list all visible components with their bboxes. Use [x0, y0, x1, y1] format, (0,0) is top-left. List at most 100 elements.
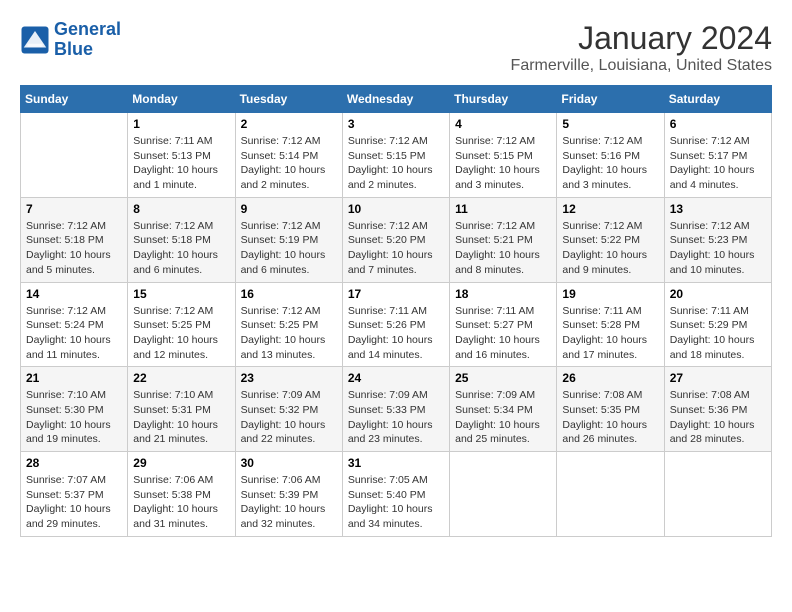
day-cell — [450, 452, 557, 537]
day-info: Sunrise: 7:09 AM Sunset: 5:33 PM Dayligh… — [348, 388, 444, 447]
day-cell: 10Sunrise: 7:12 AM Sunset: 5:20 PM Dayli… — [342, 197, 449, 282]
day-cell: 26Sunrise: 7:08 AM Sunset: 5:35 PM Dayli… — [557, 367, 664, 452]
logo: General Blue — [20, 20, 121, 60]
day-number: 26 — [562, 371, 658, 385]
day-number: 25 — [455, 371, 551, 385]
day-cell: 29Sunrise: 7:06 AM Sunset: 5:38 PM Dayli… — [128, 452, 235, 537]
week-row-3: 14Sunrise: 7:12 AM Sunset: 5:24 PM Dayli… — [21, 282, 772, 367]
day-number: 19 — [562, 287, 658, 301]
week-row-1: 1 Sunrise: 7:11 AM Sunset: 5:13 PM Daylig… — [21, 113, 772, 198]
day-cell: 1 Sunrise: 7:11 AM Sunset: 5:13 PM Daylig… — [128, 113, 235, 198]
day-info: Sunrise: 7:12 AM Sunset: 5:22 PM Dayligh… — [562, 219, 658, 278]
day-cell: 8Sunrise: 7:12 AM Sunset: 5:18 PM Daylig… — [128, 197, 235, 282]
day-info: Sunrise: 7:10 AM Sunset: 5:31 PM Dayligh… — [133, 388, 229, 447]
day-number: 21 — [26, 371, 122, 385]
day-number: 12 — [562, 202, 658, 216]
day-number: 14 — [26, 287, 122, 301]
week-row-4: 21 Sunrise: 7:10 AM Sunset: 5:30 PM Dayli… — [21, 367, 772, 452]
day-cell: 22 Sunrise: 7:10 AM Sunset: 5:31 PM Dayli… — [128, 367, 235, 452]
day-cell: 31Sunrise: 7:05 AM Sunset: 5:40 PM Dayli… — [342, 452, 449, 537]
day-info: Sunrise: 7:12 AM Sunset: 5:15 PM Dayligh… — [348, 134, 444, 193]
day-number: 13 — [670, 202, 766, 216]
header-cell-wednesday: Wednesday — [342, 86, 449, 113]
day-number: 2 — [241, 117, 337, 131]
day-number: 17 — [348, 287, 444, 301]
day-number: 8 — [133, 202, 229, 216]
day-cell: 17 Sunrise: 7:11 AM Sunset: 5:26 PM Dayli… — [342, 282, 449, 367]
day-cell: 21 Sunrise: 7:10 AM Sunset: 5:30 PM Dayli… — [21, 367, 128, 452]
day-cell: 28Sunrise: 7:07 AM Sunset: 5:37 PM Dayli… — [21, 452, 128, 537]
day-cell: 5Sunrise: 7:12 AM Sunset: 5:16 PM Daylig… — [557, 113, 664, 198]
day-number: 4 — [455, 117, 551, 131]
day-info: Sunrise: 7:12 AM Sunset: 5:19 PM Dayligh… — [241, 219, 337, 278]
day-info: Sunrise: 7:08 AM Sunset: 5:36 PM Dayligh… — [670, 388, 766, 447]
day-info: Sunrise: 7:12 AM Sunset: 5:25 PM Dayligh… — [241, 304, 337, 363]
logo-line1: General — [54, 20, 121, 40]
day-number: 11 — [455, 202, 551, 216]
logo-icon — [20, 25, 50, 55]
day-number: 9 — [241, 202, 337, 216]
day-info: Sunrise: 7:11 AM Sunset: 5:13 PM Dayligh… — [133, 134, 229, 193]
day-cell: 11 Sunrise: 7:12 AM Sunset: 5:21 PM Dayli… — [450, 197, 557, 282]
day-cell: 18 Sunrise: 7:11 AM Sunset: 5:27 PM Dayli… — [450, 282, 557, 367]
day-number: 31 — [348, 456, 444, 470]
day-info: Sunrise: 7:09 AM Sunset: 5:34 PM Dayligh… — [455, 388, 551, 447]
header-cell-tuesday: Tuesday — [235, 86, 342, 113]
day-info: Sunrise: 7:12 AM Sunset: 5:14 PM Dayligh… — [241, 134, 337, 193]
day-number: 3 — [348, 117, 444, 131]
day-info: Sunrise: 7:11 AM Sunset: 5:28 PM Dayligh… — [562, 304, 658, 363]
day-info: Sunrise: 7:12 AM Sunset: 5:23 PM Dayligh… — [670, 219, 766, 278]
day-cell: 14Sunrise: 7:12 AM Sunset: 5:24 PM Dayli… — [21, 282, 128, 367]
day-cell: 30Sunrise: 7:06 AM Sunset: 5:39 PM Dayli… — [235, 452, 342, 537]
title-area: January 2024 Farmerville, Louisiana, Uni… — [511, 20, 772, 75]
day-info: Sunrise: 7:07 AM Sunset: 5:37 PM Dayligh… — [26, 473, 122, 532]
day-cell — [21, 113, 128, 198]
day-cell: 7 Sunrise: 7:12 AM Sunset: 5:18 PM Daylig… — [21, 197, 128, 282]
day-cell: 20Sunrise: 7:11 AM Sunset: 5:29 PM Dayli… — [664, 282, 771, 367]
logo-text: General Blue — [54, 20, 121, 60]
day-info: Sunrise: 7:12 AM Sunset: 5:18 PM Dayligh… — [26, 219, 122, 278]
day-info: Sunrise: 7:12 AM Sunset: 5:15 PM Dayligh… — [455, 134, 551, 193]
day-cell: 4 Sunrise: 7:12 AM Sunset: 5:15 PM Daylig… — [450, 113, 557, 198]
day-number: 27 — [670, 371, 766, 385]
day-cell: 6Sunrise: 7:12 AM Sunset: 5:17 PM Daylig… — [664, 113, 771, 198]
calendar-title: January 2024 — [511, 20, 772, 57]
day-number: 5 — [562, 117, 658, 131]
day-info: Sunrise: 7:12 AM Sunset: 5:25 PM Dayligh… — [133, 304, 229, 363]
day-info: Sunrise: 7:12 AM Sunset: 5:20 PM Dayligh… — [348, 219, 444, 278]
day-cell: 15Sunrise: 7:12 AM Sunset: 5:25 PM Dayli… — [128, 282, 235, 367]
header-cell-saturday: Saturday — [664, 86, 771, 113]
day-info: Sunrise: 7:10 AM Sunset: 5:30 PM Dayligh… — [26, 388, 122, 447]
day-cell: 16 Sunrise: 7:12 AM Sunset: 5:25 PM Dayli… — [235, 282, 342, 367]
header: General Blue January 2024 Farmerville, L… — [20, 20, 772, 75]
header-cell-sunday: Sunday — [21, 86, 128, 113]
header-row: SundayMondayTuesdayWednesdayThursdayFrid… — [21, 86, 772, 113]
day-cell: 3 Sunrise: 7:12 AM Sunset: 5:15 PM Daylig… — [342, 113, 449, 198]
day-number: 29 — [133, 456, 229, 470]
header-cell-monday: Monday — [128, 86, 235, 113]
day-number: 1 — [133, 117, 229, 131]
day-number: 20 — [670, 287, 766, 301]
header-cell-friday: Friday — [557, 86, 664, 113]
day-cell — [664, 452, 771, 537]
day-info: Sunrise: 7:11 AM Sunset: 5:26 PM Dayligh… — [348, 304, 444, 363]
day-cell: 2 Sunrise: 7:12 AM Sunset: 5:14 PM Daylig… — [235, 113, 342, 198]
day-cell: 12 Sunrise: 7:12 AM Sunset: 5:22 PM Dayli… — [557, 197, 664, 282]
day-cell: 25 Sunrise: 7:09 AM Sunset: 5:34 PM Dayli… — [450, 367, 557, 452]
header-cell-thursday: Thursday — [450, 86, 557, 113]
day-number: 16 — [241, 287, 337, 301]
day-number: 18 — [455, 287, 551, 301]
day-cell: 27 Sunrise: 7:08 AM Sunset: 5:36 PM Dayli… — [664, 367, 771, 452]
day-cell: 13 Sunrise: 7:12 AM Sunset: 5:23 PM Dayli… — [664, 197, 771, 282]
day-info: Sunrise: 7:12 AM Sunset: 5:21 PM Dayligh… — [455, 219, 551, 278]
week-row-5: 28Sunrise: 7:07 AM Sunset: 5:37 PM Dayli… — [21, 452, 772, 537]
day-info: Sunrise: 7:11 AM Sunset: 5:27 PM Dayligh… — [455, 304, 551, 363]
calendar-header: SundayMondayTuesdayWednesdayThursdayFrid… — [21, 86, 772, 113]
day-number: 6 — [670, 117, 766, 131]
day-number: 22 — [133, 371, 229, 385]
day-cell: 9 Sunrise: 7:12 AM Sunset: 5:19 PM Daylig… — [235, 197, 342, 282]
calendar-body: 1 Sunrise: 7:11 AM Sunset: 5:13 PM Daylig… — [21, 113, 772, 537]
logo-line2: Blue — [54, 40, 121, 60]
day-number: 7 — [26, 202, 122, 216]
day-cell: 19 Sunrise: 7:11 AM Sunset: 5:28 PM Dayli… — [557, 282, 664, 367]
